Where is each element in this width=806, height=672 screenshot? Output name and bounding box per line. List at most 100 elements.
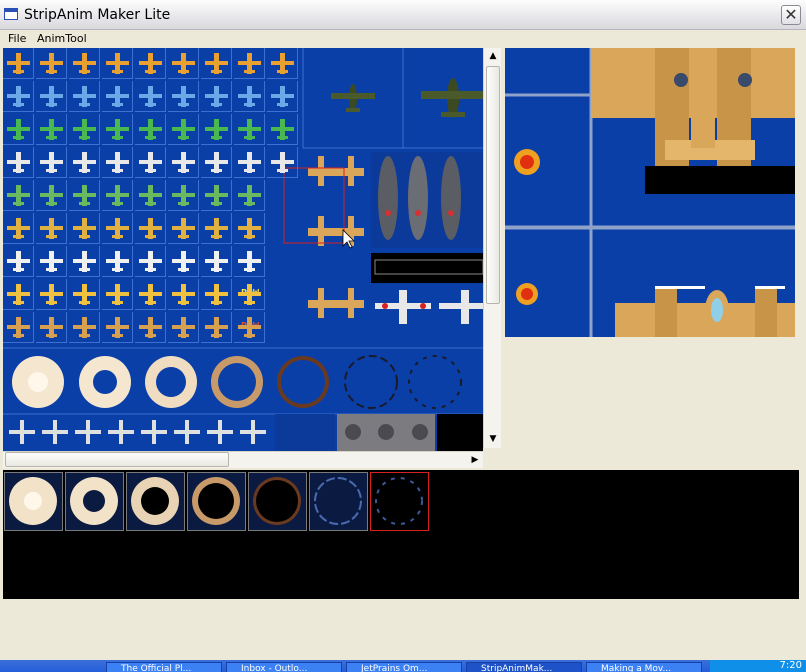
sprite-tile[interactable] bbox=[3, 114, 34, 145]
taskbar-item-1[interactable]: The Official Pl... bbox=[106, 662, 222, 672]
sprite-tile[interactable] bbox=[267, 48, 298, 79]
sprite-tile[interactable] bbox=[69, 48, 100, 79]
sprite-tile[interactable] bbox=[36, 114, 67, 145]
sprite-tile[interactable] bbox=[36, 81, 67, 112]
sprite-tile[interactable] bbox=[201, 213, 232, 244]
sheet-horizontal-scrollbar[interactable]: ▶ bbox=[3, 451, 483, 468]
sprite-tile[interactable] bbox=[135, 81, 166, 112]
sprite-tile[interactable] bbox=[102, 180, 133, 211]
sprite-tile[interactable] bbox=[36, 312, 67, 343]
sprite-tile[interactable] bbox=[234, 114, 265, 145]
sprite-tile[interactable] bbox=[135, 180, 166, 211]
strip-frame-6[interactable] bbox=[309, 472, 368, 531]
scroll-down-icon[interactable]: ▼ bbox=[485, 431, 501, 447]
strip-frame-4[interactable] bbox=[187, 472, 246, 531]
sprite-tile[interactable] bbox=[36, 279, 67, 310]
sprite-tile[interactable] bbox=[69, 180, 100, 211]
sprite-tile[interactable] bbox=[234, 180, 265, 211]
sprite-tile[interactable] bbox=[168, 312, 199, 343]
sprite-tile[interactable] bbox=[267, 81, 298, 112]
sprite-tile[interactable] bbox=[168, 81, 199, 112]
sprite-tile[interactable] bbox=[36, 48, 67, 79]
sprite-tile[interactable] bbox=[3, 48, 34, 79]
strip-frame-7-selected[interactable] bbox=[370, 472, 429, 531]
sprite-tile[interactable] bbox=[135, 147, 166, 178]
sprite-tile[interactable] bbox=[102, 213, 133, 244]
sprite-tile[interactable] bbox=[201, 312, 232, 343]
taskbar-item-4[interactable]: StripAnimMak... bbox=[466, 662, 582, 672]
sprite-sheet-viewport[interactable]: POW POW bbox=[3, 48, 483, 451]
strip-frame-3[interactable] bbox=[126, 472, 185, 531]
sprite-tile[interactable] bbox=[234, 81, 265, 112]
sprite-tile[interactable] bbox=[201, 246, 232, 277]
sprite-tile[interactable] bbox=[69, 279, 100, 310]
sprite-tile[interactable] bbox=[234, 147, 265, 178]
strip-frame-5[interactable] bbox=[248, 472, 307, 531]
sprite-tile[interactable] bbox=[102, 312, 133, 343]
taskbar-item-3[interactable]: JetPrains Om... bbox=[346, 662, 462, 672]
sprite-tile[interactable] bbox=[234, 213, 265, 244]
sprite-tile[interactable] bbox=[69, 147, 100, 178]
sprite-tile[interactable] bbox=[3, 312, 34, 343]
sprite-tile[interactable] bbox=[135, 312, 166, 343]
sprite-tile[interactable] bbox=[267, 147, 298, 178]
sprite-tile[interactable] bbox=[102, 114, 133, 145]
scroll-up-icon[interactable]: ▲ bbox=[485, 48, 501, 64]
vertical-scroll-thumb[interactable] bbox=[486, 66, 500, 304]
strip-frame-1[interactable] bbox=[4, 472, 63, 531]
sprite-tile[interactable] bbox=[3, 279, 34, 310]
sprite-tile[interactable] bbox=[69, 312, 100, 343]
sprite-tile[interactable] bbox=[201, 81, 232, 112]
sprite-tile[interactable] bbox=[168, 48, 199, 79]
sprite-tile[interactable] bbox=[36, 246, 67, 277]
sprite-tile[interactable] bbox=[102, 48, 133, 79]
sprite-tile[interactable] bbox=[201, 279, 232, 310]
sprite-tile[interactable] bbox=[3, 147, 34, 178]
strip-frame-2[interactable] bbox=[65, 472, 124, 531]
sprite-tile[interactable] bbox=[234, 246, 265, 277]
sprite-tile[interactable] bbox=[69, 114, 100, 145]
sprite-tile[interactable] bbox=[201, 114, 232, 145]
sprite-tile[interactable] bbox=[168, 147, 199, 178]
sprite-tile[interactable] bbox=[168, 246, 199, 277]
scroll-right-icon[interactable]: ▶ bbox=[467, 452, 483, 468]
sprite-tile[interactable] bbox=[135, 213, 166, 244]
title-bar[interactable]: StripAnim Maker Lite ✕ bbox=[0, 0, 806, 30]
sprite-tile[interactable] bbox=[168, 114, 199, 145]
sprite-tile[interactable] bbox=[3, 213, 34, 244]
sprite-tile[interactable] bbox=[135, 114, 166, 145]
sprite-tile[interactable] bbox=[36, 213, 67, 244]
sprite-tile[interactable] bbox=[201, 48, 232, 79]
menu-file[interactable]: File bbox=[8, 32, 26, 45]
taskbar-item-5[interactable]: Making a Mov... bbox=[586, 662, 702, 672]
taskbar-item-2[interactable]: Inbox - Outlo... bbox=[226, 662, 342, 672]
sprite-tile[interactable] bbox=[69, 246, 100, 277]
sprite-tile[interactable] bbox=[135, 48, 166, 79]
sprite-tile[interactable] bbox=[267, 114, 298, 145]
close-button[interactable]: ✕ bbox=[781, 5, 801, 25]
sprite-tile[interactable] bbox=[102, 279, 133, 310]
sprite-tile[interactable] bbox=[201, 147, 232, 178]
sprite-tile[interactable] bbox=[102, 147, 133, 178]
sprite-tile[interactable] bbox=[3, 246, 34, 277]
sprite-tile[interactable] bbox=[3, 180, 34, 211]
sprite-tile[interactable] bbox=[3, 81, 34, 112]
sprite-tile[interactable] bbox=[234, 48, 265, 79]
sheet-vertical-scrollbar[interactable]: ▲ ▼ bbox=[483, 48, 501, 448]
sprite-tile[interactable] bbox=[168, 180, 199, 211]
sprite-tile[interactable] bbox=[201, 180, 232, 211]
sprite-tile[interactable] bbox=[36, 147, 67, 178]
sprite-tile[interactable] bbox=[69, 81, 100, 112]
sprite-tile[interactable] bbox=[69, 213, 100, 244]
animation-strip[interactable] bbox=[3, 470, 799, 599]
horizontal-scroll-thumb[interactable] bbox=[5, 452, 229, 467]
sprite-tile[interactable] bbox=[102, 81, 133, 112]
menu-animtool[interactable]: AnimTool bbox=[37, 32, 87, 45]
sprite-tile[interactable] bbox=[168, 279, 199, 310]
sprite-tile[interactable] bbox=[234, 279, 265, 310]
sprite-tile[interactable] bbox=[135, 279, 166, 310]
sprite-tile[interactable] bbox=[168, 213, 199, 244]
sprite-tile[interactable] bbox=[102, 246, 133, 277]
sprite-tile[interactable] bbox=[36, 180, 67, 211]
sprite-tile[interactable] bbox=[234, 312, 265, 343]
